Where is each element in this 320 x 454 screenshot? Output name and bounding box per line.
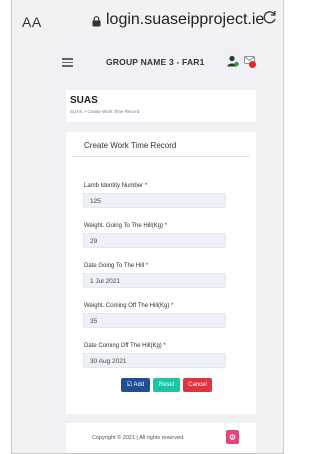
web-page: GROUP NAME 3 - FAR1 SUAS SUAS > Create W… — [60, 46, 256, 453]
form-title: Create Work Time Record — [84, 141, 177, 150]
date-coming-input[interactable]: 30 Aug 2021 — [83, 353, 226, 368]
add-button[interactable]: ☑ Add — [121, 378, 150, 392]
lamb-id-label: Lamb Identity Number * — [84, 183, 148, 189]
page-title: SUAS — [70, 95, 98, 106]
weight-coming-input[interactable]: 35 — [83, 313, 226, 328]
reload-icon[interactable] — [262, 9, 278, 25]
gear-icon — [229, 434, 236, 440]
browser-address-bar: AA login.suaseipproject.ie — [12, 0, 283, 46]
date-going-label: Date Going To The Hill * — [84, 263, 149, 269]
top-navbar: GROUP NAME 3 - FAR1 — [60, 46, 256, 82]
weight-coming-label: Weight. Coming Off The Hill(Kg) * — [84, 303, 174, 309]
url-text: login.suaseipproject.ie — [106, 11, 265, 28]
url-field[interactable]: login.suaseipproject.ie — [92, 11, 264, 29]
date-coming-label: Date Coming Off The Hill(Kg) * — [84, 343, 166, 349]
cancel-button[interactable]: Cancel — [183, 378, 212, 392]
reset-button[interactable]: Reset — [153, 378, 180, 392]
date-going-input[interactable]: 1 Jul 2021 — [83, 273, 226, 288]
footer: Copyright © 2021 | All rights reserved. — [66, 423, 256, 453]
notification-badge — [249, 61, 256, 68]
lamb-id-input[interactable]: 125 — [83, 193, 226, 208]
lock-icon — [92, 15, 101, 26]
user-settings-icon[interactable] — [227, 55, 239, 67]
weight-going-label: Weight. Going To The Hill(Kg) * — [84, 223, 168, 229]
phone-screen: AA login.suaseipproject.ie GROUP NAME 3 … — [11, 0, 284, 454]
page-header-card: SUAS SUAS > Create Work Time Record — [66, 90, 256, 122]
text-size-button[interactable]: AA — [22, 14, 42, 30]
footer-settings-button[interactable] — [226, 430, 239, 444]
copyright-text: Copyright © 2021 | All rights reserved. — [92, 435, 185, 441]
group-name: GROUP NAME 3 - FAR1 — [106, 57, 205, 67]
work-time-record-form: Create Work Time Record Lamb Identity Nu… — [66, 132, 256, 414]
weight-going-input[interactable]: 29 — [83, 233, 226, 248]
breadcrumb[interactable]: SUAS > Create Work Time Record — [70, 109, 139, 114]
menu-icon[interactable] — [62, 58, 73, 67]
divider — [72, 156, 250, 157]
